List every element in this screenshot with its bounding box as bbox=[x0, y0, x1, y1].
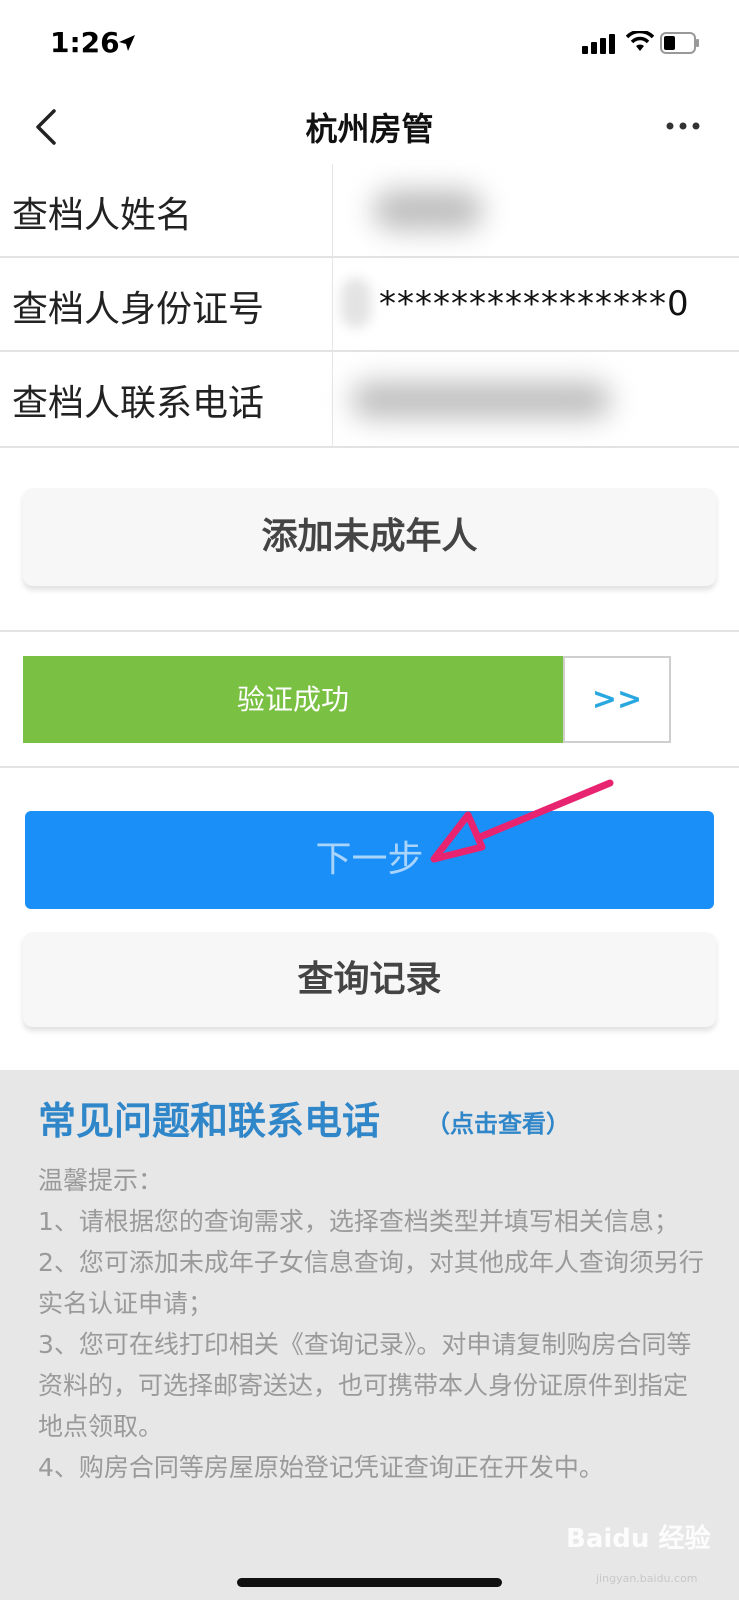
tip-item: 1、请根据您的查询需求，选择查档类型并填写相关信息； bbox=[38, 1207, 679, 1236]
battery-icon bbox=[660, 32, 699, 54]
signal-icon bbox=[582, 34, 615, 54]
id-value: ****************0 bbox=[379, 284, 690, 324]
status-time: 1:26 bbox=[50, 26, 120, 59]
name-field[interactable] bbox=[332, 164, 739, 258]
form-row-id: 查档人身份证号 ****************0 bbox=[0, 258, 739, 352]
form-row-name: 查档人姓名 bbox=[0, 164, 739, 258]
nav-bar: 杭州房管 bbox=[0, 90, 739, 162]
phone-label: 查档人联系电话 bbox=[12, 383, 265, 424]
id-redacted bbox=[341, 278, 371, 328]
more-dots-icon[interactable] bbox=[666, 122, 700, 130]
verify-arrow-button[interactable]: >> bbox=[563, 656, 671, 743]
form-row-phone: 查档人联系电话 bbox=[0, 352, 739, 448]
tip-item: 4、购房合同等房屋原始登记凭证查询正在开发中。 bbox=[38, 1453, 604, 1482]
tips-heading: 温馨提示： bbox=[38, 1166, 164, 1195]
home-indicator[interactable] bbox=[237, 1578, 502, 1587]
query-records-button[interactable]: 查询记录 bbox=[23, 932, 716, 1027]
verify-status-bar: 验证成功 bbox=[23, 656, 563, 743]
phone-field[interactable] bbox=[332, 352, 739, 446]
tip-item: 2、您可添加未成年子女信息查询，对其他成年人查询须另行实名认证申请； bbox=[38, 1248, 704, 1318]
annotation-arrow-icon bbox=[430, 779, 614, 863]
id-label: 查档人身份证号 bbox=[12, 289, 265, 330]
faq-view-link[interactable]: （点击查看） bbox=[426, 1104, 570, 1139]
add-minor-button[interactable]: 添加未成年人 bbox=[23, 488, 716, 586]
status-bar: 1:26 bbox=[0, 0, 739, 90]
divider bbox=[0, 766, 739, 768]
page-title: 杭州房管 bbox=[305, 110, 434, 148]
phone-redacted bbox=[351, 382, 611, 418]
watermark: Baidu 经验 bbox=[566, 1524, 711, 1554]
faq-title[interactable]: 常见问题和联系电话 bbox=[38, 1090, 380, 1145]
tip-item: 3、您可在线打印相关《查询记录》。对申请复制购房合同等资料的，可选择邮寄送达，也… bbox=[38, 1330, 692, 1441]
wifi-icon bbox=[626, 31, 654, 51]
name-redacted bbox=[373, 190, 483, 230]
id-field[interactable]: ****************0 bbox=[332, 258, 739, 352]
name-label: 查档人姓名 bbox=[12, 195, 193, 236]
location-arrow-icon bbox=[119, 35, 135, 51]
watermark-url: jingyan.baidu.com bbox=[596, 1572, 698, 1585]
divider bbox=[0, 630, 739, 632]
faq-tips: 温馨提示： 1、请根据您的查询需求，选择查档类型并填写相关信息； 2、您可添加未… bbox=[38, 1160, 710, 1488]
